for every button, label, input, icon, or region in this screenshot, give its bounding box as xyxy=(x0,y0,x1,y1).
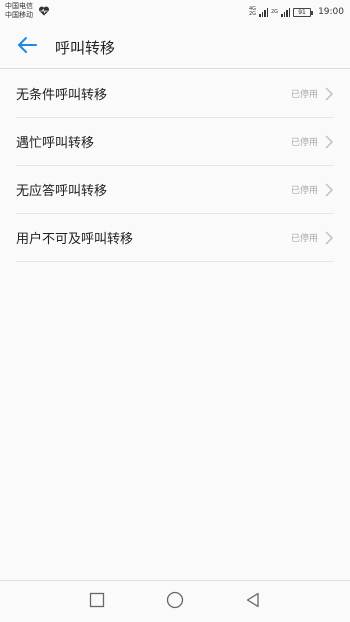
signal-icon-2 xyxy=(281,7,291,17)
battery-icon: 91 xyxy=(293,7,314,17)
navigation-bar xyxy=(0,580,350,622)
item-label: 无条件呼叫转移 xyxy=(16,88,108,103)
list-item-busy[interactable]: 遇忙呼叫转移 已停用 xyxy=(16,118,334,166)
call-forwarding-list: 无条件呼叫转移 已停用 遇忙呼叫转移 已停用 无应答呼叫转移 已停用 用户不可及… xyxy=(16,70,334,262)
network-tag-2g: 2G xyxy=(248,11,256,17)
heart-pulse-icon xyxy=(38,5,50,17)
chevron-right-icon xyxy=(324,230,334,246)
item-label: 无应答呼叫转移 xyxy=(16,184,108,199)
status-icons: 4G 2G 2G 91 19:00 xyxy=(249,5,344,19)
arrow-left-icon xyxy=(16,36,38,58)
item-label: 遇忙呼叫转移 xyxy=(16,136,95,151)
status-bar: 中国电信 中国移动 4G 2G 2G 91 19:00 xyxy=(0,0,350,24)
carrier-info: 中国电信 中国移动 xyxy=(5,2,33,20)
signal-icon-1 xyxy=(259,7,268,17)
page-title: 呼叫转移 xyxy=(55,39,116,57)
clock: 19:00 xyxy=(318,7,344,17)
back-button[interactable] xyxy=(12,32,42,62)
list-item-no-answer[interactable]: 无应答呼叫转移 已停用 xyxy=(16,166,334,214)
battery-level: 91 xyxy=(298,8,306,16)
triangle-back-icon xyxy=(245,592,261,612)
item-status: 已停用 xyxy=(290,234,318,244)
circle-icon xyxy=(166,591,184,613)
screen: 中国电信 中国移动 4G 2G 2G 91 19:00 呼叫转移 无条件呼叫转移… xyxy=(0,0,350,622)
network-type-2: 2G xyxy=(271,8,279,15)
item-status: 已停用 xyxy=(290,90,318,100)
list-item-unreachable[interactable]: 用户不可及呼叫转移 已停用 xyxy=(16,214,334,262)
chevron-right-icon xyxy=(324,182,334,198)
square-icon xyxy=(89,592,105,612)
chevron-right-icon xyxy=(324,86,334,102)
item-status: 已停用 xyxy=(290,138,318,148)
title-bar: 呼叫转移 xyxy=(0,24,350,69)
nav-back-button[interactable] xyxy=(243,592,263,612)
home-button[interactable] xyxy=(165,591,185,613)
recent-apps-button[interactable] xyxy=(87,592,107,612)
chevron-right-icon xyxy=(324,134,334,150)
network-type-1: 4G 2G xyxy=(249,7,256,17)
item-status: 已停用 xyxy=(290,186,318,196)
list-item-unconditional[interactable]: 无条件呼叫转移 已停用 xyxy=(16,70,334,118)
carrier-2: 中国移动 xyxy=(5,11,33,19)
carrier-1: 中国电信 xyxy=(5,2,33,10)
item-label: 用户不可及呼叫转移 xyxy=(16,232,134,247)
